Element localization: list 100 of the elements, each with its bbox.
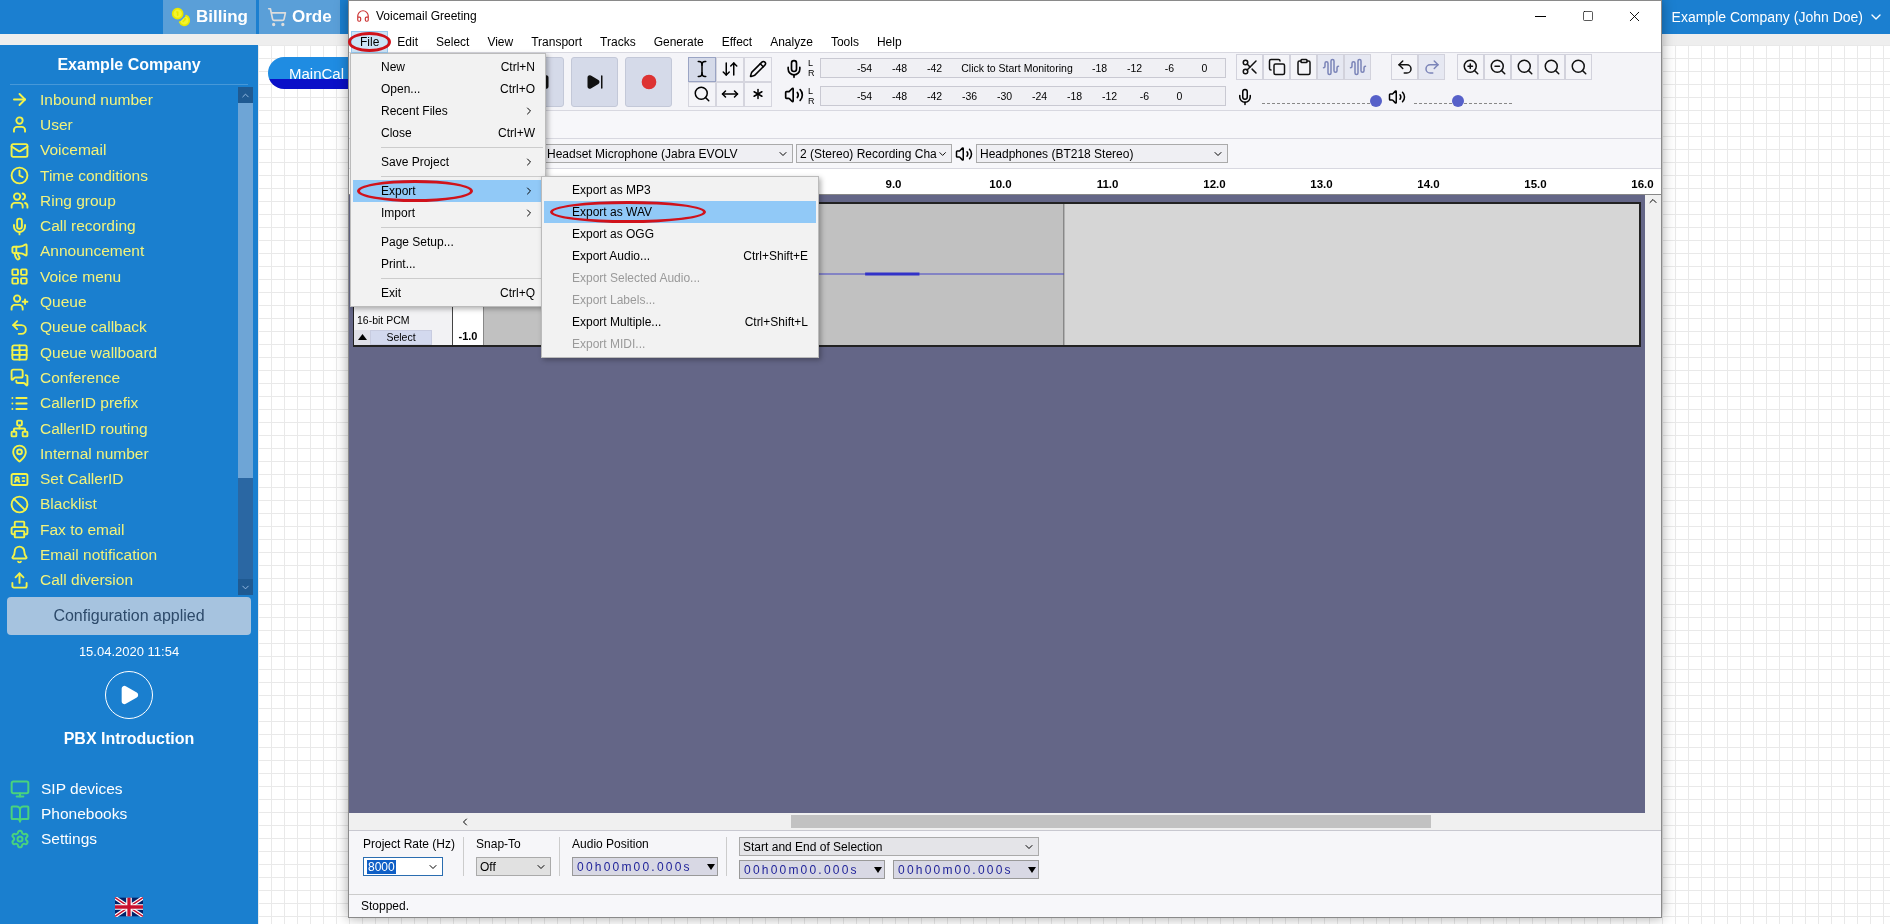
menu-item[interactable]: Export [353,180,543,202]
monitor-prompt[interactable]: Click to Start Monitoring [952,61,1082,74]
menu-item[interactable]: Page Setup... [353,231,543,253]
sidebar-item[interactable]: Voice menu [0,264,238,290]
sidebar-item[interactable]: CallerID routing [0,415,238,442]
scrollbar[interactable] [238,87,253,595]
skip-end-button[interactable] [571,56,618,107]
sidebar-item[interactable]: Announcement [0,238,238,265]
sidebar-item[interactable]: Voicemail [0,137,238,163]
menu-item[interactable]: Generate [644,30,713,53]
menu-item[interactable]: Import [353,202,543,224]
sidebar-item[interactable]: CallerID prefix [0,390,238,416]
playback-device-dropdown[interactable]: Headphones (BT218 Stereo) [976,144,1228,163]
sidebar-item[interactable]: Call recording [0,213,238,239]
vertical-scrollbar[interactable] [1645,195,1661,813]
meter-tick-label: -24 [1030,89,1049,102]
meter-tick-label: -6 [1163,61,1176,74]
menu-item[interactable]: Edit [388,30,428,53]
toolbar-button[interactable] [1263,53,1290,80]
zoom-icon [1515,57,1534,76]
selection-format-dropdown[interactable]: Start and End of Selection [739,837,1040,856]
menu-item[interactable]: Save Project [353,151,543,173]
grid-icon [10,267,29,287]
project-rate-dropdown[interactable]: 8000 [363,857,443,876]
menu-item[interactable]: Transport [522,30,592,53]
menu-item[interactable]: Analyze [761,30,822,53]
record-button[interactable] [625,56,672,107]
snap-to-dropdown[interactable]: Off [476,857,552,876]
toolbar-button[interactable] [1484,53,1511,80]
menu-item[interactable]: Export Multiple... Ctrl+Shift+L [544,311,816,333]
sidebar-item[interactable]: Queue wallboard [0,339,238,366]
speaker-icon [955,144,973,163]
tool-button[interactable] [716,56,744,82]
configuration-status-button[interactable]: Configuration applied [7,597,251,635]
flag-icon[interactable] [115,897,143,917]
settings-icon [10,829,30,850]
sidebar-item[interactable]: Blacklist [0,491,238,518]
menu-item[interactable]: File [351,30,389,53]
tool-button[interactable] [716,81,744,107]
menu-item[interactable]: Tools [821,30,868,53]
sidebar-item[interactable]: User [0,112,238,138]
menu-item[interactable]: Recent Files [353,100,543,122]
chat-bubbles-icon [10,368,29,388]
tool-button[interactable] [744,81,772,107]
sidebar-item[interactable]: Inbound number [0,87,238,113]
toolbar-button[interactable] [1236,53,1263,80]
channels-dropdown[interactable]: 2 (Stereo) Recording Cha [796,144,952,163]
sidebar-item[interactable]: Ring group [0,188,238,214]
menu-item[interactable]: Tracks [591,30,645,53]
toolbar-button[interactable] [1511,53,1538,80]
meter-tick-label: -36 [960,89,979,102]
sidebar-item[interactable]: Queue [0,289,238,315]
sidebar-item[interactable]: Phonebooks [0,801,258,827]
menu-item[interactable]: Select [427,30,479,53]
toolbar-button[interactable] [1565,53,1592,80]
pencil-icon [749,60,767,78]
tool-button[interactable] [688,81,716,107]
menu-item[interactable]: Export as WAV [544,201,816,223]
menu-item[interactable]: Close Ctrl+W [353,122,543,144]
channel-label: L [808,57,814,68]
toolbar-button[interactable] [1538,53,1565,80]
scrollbar-thumb[interactable] [238,103,253,478]
menu-item[interactable]: Export as OGG [544,223,816,245]
menu-item[interactable]: Print... [353,253,543,275]
time-field[interactable]: 00h00m00.000s [572,857,719,876]
scrollbar-thumb[interactable] [791,815,1431,828]
menu-item[interactable]: Exit Ctrl+Q [353,282,543,304]
slider-thumb[interactable] [1370,95,1383,107]
tool-button[interactable] [744,56,772,82]
sidebar-item[interactable]: Conference [0,365,238,391]
menu-item[interactable]: Export Audio... Ctrl+Shift+E [544,245,816,267]
sidebar-item[interactable]: Email notification [0,542,238,568]
collapse-button[interactable] [354,329,370,345]
sidebar-item[interactable]: SIP devices [0,776,258,802]
menu-item[interactable]: View [478,30,523,53]
horizontal-scrollbar[interactable] [349,813,1661,830]
sidebar-item[interactable]: Time conditions [0,162,238,189]
field-label: Audio Position [572,837,650,853]
account-menu[interactable]: Example Company (John Doe) [1671,0,1884,34]
sidebar-item[interactable]: Fax to email [0,517,238,543]
select-button[interactable]: Select [370,329,432,345]
tool-button[interactable] [688,56,716,82]
dropdown-arrow-icon [707,863,716,870]
toolbar-button[interactable] [1457,53,1484,80]
sidebar-item[interactable]: Settings [0,826,258,852]
time-field[interactable]: 00h00m00.000s [739,860,886,879]
slider-thumb[interactable] [1452,95,1465,107]
sidebar-item[interactable]: Call diversion [0,567,238,593]
menu-item[interactable]: Effect [712,30,762,53]
sidebar-item[interactable]: Set CallerID [0,466,238,492]
menu-item[interactable]: Export as MP3 [544,179,816,201]
time-field[interactable]: 00h00m00.000s [893,860,1040,879]
triangle-up-icon [357,334,367,340]
toolbar-button[interactable] [1290,53,1317,80]
recording-device-dropdown[interactable]: Headset Microphone (Jabra EVOLV [543,144,793,163]
sidebar-item[interactable]: Queue callback [0,314,238,340]
meter-tick-label: -42 [925,61,944,74]
sidebar-item[interactable]: Internal number [0,441,238,467]
toolbar-button[interactable] [1391,53,1418,80]
menu-item[interactable]: Help [867,30,911,53]
